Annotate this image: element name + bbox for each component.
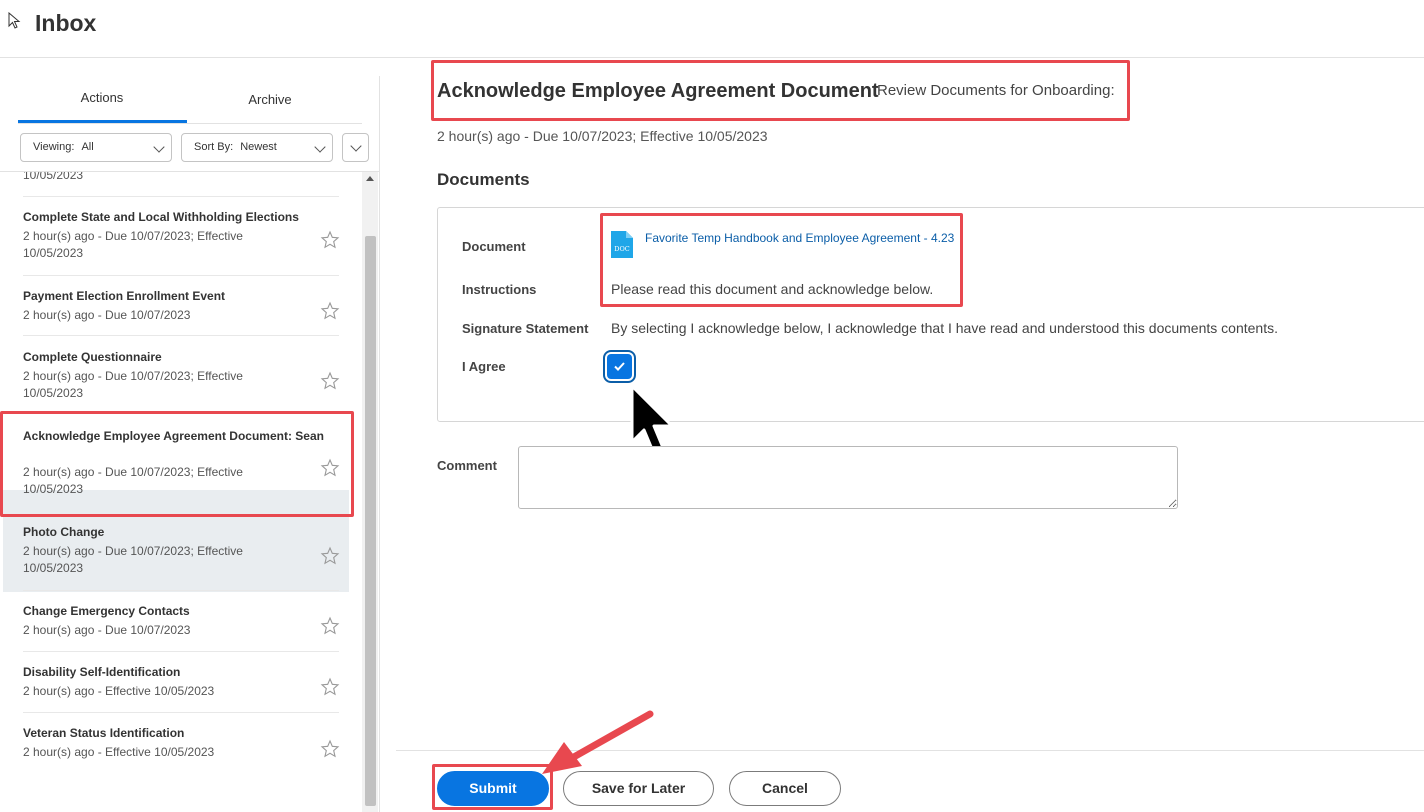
list-item[interactable]: Complete State and Local Withholding Ele… <box>23 210 339 262</box>
list-item-title: Change Emergency Contacts <box>23 604 190 618</box>
star-icon[interactable] <box>320 616 340 636</box>
list-divider <box>23 196 339 197</box>
list-item-subtitle: 2 hour(s) ago - Due 10/07/2023 <box>23 623 191 637</box>
i-agree-label: I Agree <box>462 359 506 374</box>
header-divider <box>0 57 1424 58</box>
i-agree-checkbox[interactable] <box>607 354 632 379</box>
task-title: Acknowledge Employee Agreement Document <box>437 80 879 102</box>
task-meta: 2 hour(s) ago - Due 10/07/2023; Effectiv… <box>437 128 768 144</box>
mouse-cursor-icon <box>8 12 21 29</box>
more-filters-button[interactable] <box>342 133 369 162</box>
list-scrollbar-thumb[interactable] <box>365 236 376 806</box>
chevron-down-icon <box>314 141 326 153</box>
list-item-subtitle: 2 hour(s) ago - Due 10/07/2023 <box>23 308 191 322</box>
document-highlight-box <box>600 213 963 307</box>
star-icon[interactable] <box>320 546 340 566</box>
task-subtitle: Review Documents for Onboarding: <box>877 82 1115 99</box>
viewing-filter-select[interactable]: Viewing: All <box>20 133 172 162</box>
star-icon[interactable] <box>320 371 340 391</box>
list-item[interactable]: Disability Self-Identification 2 hour(s)… <box>23 665 339 700</box>
list-divider <box>23 651 339 652</box>
chevron-down-icon <box>350 140 362 152</box>
list-divider <box>23 335 339 336</box>
list-item[interactable]: Photo Change 2 hour(s) ago - Due 10/07/2… <box>23 525 339 577</box>
tab-actions[interactable]: Actions <box>18 76 186 124</box>
viewing-filter-label: Viewing: <box>33 141 75 153</box>
list-item-date: 10/05/2023 <box>23 172 84 182</box>
star-icon[interactable] <box>320 230 340 250</box>
star-icon[interactable] <box>320 301 340 321</box>
list-divider <box>23 275 339 276</box>
checkmark-icon <box>614 362 625 371</box>
list-item[interactable]: Veteran Status Identification 2 hour(s) … <box>23 726 339 761</box>
list-item[interactable]: Change Emergency Contacts 2 hour(s) ago … <box>23 604 339 639</box>
list-item[interactable]: Complete Questionnaire 2 hour(s) ago - D… <box>23 350 339 402</box>
comment-label: Comment <box>437 458 497 473</box>
list-divider <box>23 590 339 591</box>
inbox-tabs: Actions Archive <box>18 76 380 124</box>
list-item-subtitle: 2 hour(s) ago - Effective 10/05/2023 <box>23 684 215 698</box>
list-item-subtitle: 2 hour(s) ago - Due 10/07/2023; Effectiv… <box>23 544 243 575</box>
scroll-up-arrow-icon[interactable] <box>366 176 374 181</box>
selected-item-highlight-box <box>0 411 354 517</box>
tab-archive[interactable]: Archive <box>186 76 354 124</box>
sort-by-select[interactable]: Sort By: Newest <box>181 133 333 162</box>
document-label: Document <box>462 239 526 254</box>
list-item-title: Complete State and Local Withholding Ele… <box>23 210 299 224</box>
annotation-arrow-icon <box>542 710 654 774</box>
documents-section-title: Documents <box>437 170 530 189</box>
list-item-title: Disability Self-Identification <box>23 665 181 679</box>
comment-field[interactable] <box>518 446 1178 509</box>
cancel-button[interactable]: Cancel <box>729 771 841 806</box>
star-icon[interactable] <box>320 677 340 697</box>
sort-by-label: Sort By: <box>194 141 234 153</box>
chevron-down-icon <box>153 141 165 153</box>
list-item-title: Photo Change <box>23 525 105 539</box>
signature-statement-text: By selecting I acknowledge below, I ackn… <box>611 320 1278 336</box>
list-item-subtitle: 2 hour(s) ago - Effective 10/05/2023 <box>23 745 215 759</box>
submit-highlight-box <box>432 764 553 810</box>
instructions-label: Instructions <box>462 282 537 297</box>
tabs-divider <box>18 123 362 124</box>
list-item-title: Veteran Status Identification <box>23 726 185 740</box>
list-divider <box>23 712 339 713</box>
sort-by-value: Newest <box>240 141 277 153</box>
list-item-subtitle: 2 hour(s) ago - Due 10/07/2023; Effectiv… <box>23 369 243 400</box>
list-item-title: Complete Questionnaire <box>23 350 162 364</box>
page-title: Inbox <box>35 10 97 36</box>
star-icon[interactable] <box>320 739 340 759</box>
signature-statement-label: Signature Statement <box>462 321 589 336</box>
list-item-title: Payment Election Enrollment Event <box>23 289 226 303</box>
list-item[interactable]: Payment Election Enrollment Event 2 hour… <box>23 289 339 324</box>
viewing-filter-value: All <box>81 141 94 153</box>
list-item-subtitle: 2 hour(s) ago - Due 10/07/2023; Effectiv… <box>23 229 243 260</box>
